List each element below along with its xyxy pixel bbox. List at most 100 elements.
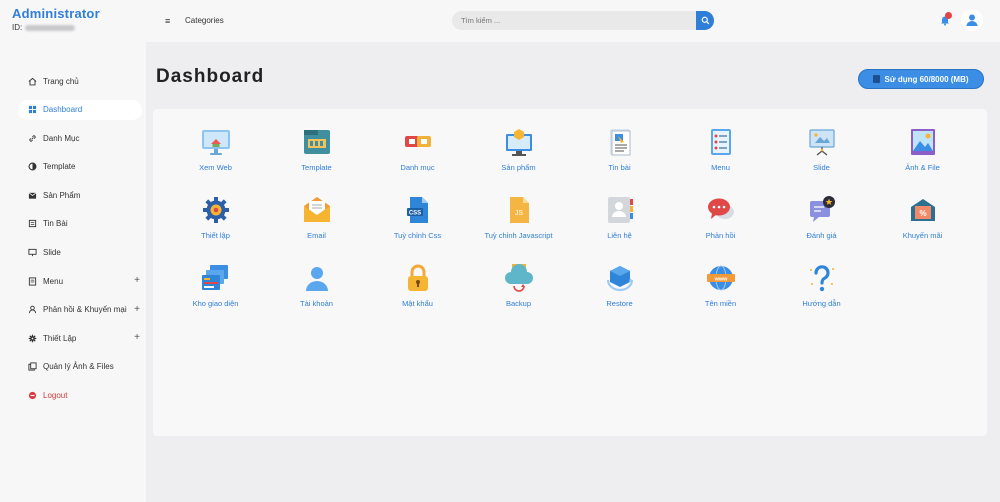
sidebar-item-menu[interactable]: Menu +	[18, 271, 142, 291]
tile-label: Menu	[711, 163, 730, 172]
expand-plus-icon[interactable]: +	[134, 275, 140, 286]
tile-backup[interactable]: Backup	[468, 261, 569, 321]
expand-plus-icon[interactable]: +	[134, 332, 140, 343]
sidebar-item-logout[interactable]: Logout	[18, 386, 142, 406]
storage-usage-button[interactable]: Sử dụng 60/8000 (MB)	[858, 69, 984, 89]
tile-phan-hoi[interactable]: Phản hồi	[670, 193, 771, 253]
box-icon	[28, 191, 37, 200]
sidebar-item-label: Logout	[43, 391, 68, 401]
user-icon	[28, 305, 37, 314]
svg-text:www: www	[713, 277, 728, 283]
menu-list-icon	[704, 125, 738, 159]
user-id-label: ID:	[12, 23, 23, 32]
sidebar-item-files[interactable]: Quản lý Ảnh & Files	[18, 357, 142, 377]
sidebar-item-tin-bai[interactable]: Tin Bài	[18, 214, 142, 234]
tile-label: Khuyến mãi	[902, 231, 943, 240]
sidebar-item-trang-chu[interactable]: Trang chủ	[18, 71, 142, 91]
tile-label: Email	[307, 231, 326, 240]
tile-label: Tuỳ chỉnh Css	[393, 231, 442, 240]
restore-icon	[603, 261, 637, 295]
promo-icon: %	[906, 193, 940, 227]
tile-menu[interactable]: Menu	[670, 125, 771, 185]
dashboard-icon	[28, 105, 37, 114]
tile-label: Ảnh & File	[905, 163, 940, 172]
tile-restore[interactable]: Restore	[569, 261, 670, 321]
tile-label: Xem Web	[199, 163, 232, 172]
sidebar-item-label: Quản lý Ảnh & Files	[43, 362, 114, 372]
css-icon: CSS	[401, 193, 435, 227]
tile-slide[interactable]: Slide	[771, 125, 872, 185]
tile-label: Kho giao diện	[192, 299, 239, 308]
sidebar-item-template[interactable]: Template	[18, 157, 142, 177]
hamburger-menu-icon[interactable]: ≡	[165, 16, 170, 26]
tile-css[interactable]: CSS Tuỳ chỉnh Css	[367, 193, 468, 253]
tile-label: Backup	[505, 299, 532, 308]
sidebar-item-phan-hoi[interactable]: Phản hồi & Khuyến mại +	[18, 300, 142, 320]
tile-label: Tên miền	[704, 299, 737, 308]
tile-tin-bai[interactable]: Tin bài	[569, 125, 670, 185]
tile-anh-file[interactable]: Ảnh & File	[872, 125, 973, 185]
tile-email[interactable]: Email	[266, 193, 367, 253]
tile-javascript[interactable]: JS Tuỳ chỉnh Javascript	[468, 193, 569, 253]
tile-label: Đánh giá	[806, 231, 837, 240]
tile-label: Liên hệ	[607, 231, 632, 240]
sidebar: Administrator ID: Trang chủ Dashboard Da…	[0, 0, 146, 502]
avatar[interactable]	[961, 9, 983, 31]
top-bar: ≡ Categories	[146, 0, 1000, 42]
sidebar-item-san-pham[interactable]: Sản Phẩm	[18, 185, 142, 205]
page-title: Dashboard	[156, 66, 265, 87]
news-icon	[28, 219, 37, 228]
web-icon	[199, 125, 233, 159]
expand-plus-icon[interactable]: +	[134, 304, 140, 315]
sidebar-item-label: Thiết Lập	[43, 333, 77, 343]
search-button[interactable]	[696, 11, 714, 30]
tile-ten-mien[interactable]: www Tên miền	[670, 261, 771, 321]
menu-icon	[28, 277, 37, 286]
tile-label: Slide	[813, 163, 830, 172]
sidebar-item-slide[interactable]: Slide	[18, 243, 142, 263]
domain-icon: www	[704, 261, 738, 295]
sidebar-item-label: Sản Phẩm	[43, 190, 81, 200]
tile-huong-dan[interactable]: Hướng dẫn	[771, 261, 872, 321]
tile-thiet-lap[interactable]: Thiết lập	[165, 193, 266, 253]
category-icon	[401, 125, 435, 159]
storage-usage-label: Sử dụng 60/8000 (MB)	[884, 74, 969, 84]
news-icon	[603, 125, 637, 159]
sidebar-item-label: Phản hồi & Khuyến mại	[43, 305, 127, 315]
lock-icon	[401, 261, 435, 295]
search-icon	[701, 16, 709, 25]
tile-lien-he[interactable]: Liên hệ	[569, 193, 670, 253]
tile-khuyen-mai[interactable]: % Khuyến mãi	[872, 193, 973, 253]
tile-label: Danh mục	[400, 163, 435, 172]
themes-icon	[199, 261, 233, 295]
tile-label: Tuỳ chỉnh Javascript	[484, 231, 553, 240]
tile-label: Restore	[606, 299, 633, 308]
tile-xem-web[interactable]: Xem Web	[165, 125, 266, 185]
sidebar-item-label: Slide	[43, 248, 61, 258]
gear-icon	[28, 334, 37, 343]
settings-icon	[199, 193, 233, 227]
tile-danh-gia[interactable]: Đánh giá	[771, 193, 872, 253]
brand: Administrator ID:	[12, 6, 100, 32]
image-icon	[906, 125, 940, 159]
tile-danh-muc[interactable]: Danh mục	[367, 125, 468, 185]
storage-icon	[873, 75, 881, 83]
tile-label: Sản phẩm	[501, 163, 536, 172]
search-input[interactable]	[461, 11, 691, 30]
categories-link[interactable]: Categories	[185, 16, 224, 25]
tile-san-pham[interactable]: Sản phẩm	[468, 125, 569, 185]
tile-mat-khau[interactable]: Mật khẩu	[367, 261, 468, 321]
tile-template[interactable]: Template	[266, 125, 367, 185]
user-avatar-icon	[966, 14, 978, 26]
sidebar-item-label: Menu	[43, 276, 64, 286]
sidebar-item-danh-muc[interactable]: Danh Mục	[18, 128, 142, 148]
svg-text:%: %	[919, 209, 926, 218]
tile-tai-khoan[interactable]: Tài khoản	[266, 261, 367, 321]
tile-kho-giao-dien[interactable]: Kho giao diện	[165, 261, 266, 321]
tile-label: Thiết lập	[201, 231, 230, 240]
logout-icon	[28, 391, 37, 400]
sidebar-item-thiet-lap[interactable]: Thiết Lập +	[18, 328, 142, 348]
sidebar-item-label: Trang chủ	[43, 76, 79, 86]
sidebar-item-dashboard[interactable]: Dashboard	[18, 99, 142, 120]
sidebar-item-label: Danh Mục	[43, 133, 80, 143]
